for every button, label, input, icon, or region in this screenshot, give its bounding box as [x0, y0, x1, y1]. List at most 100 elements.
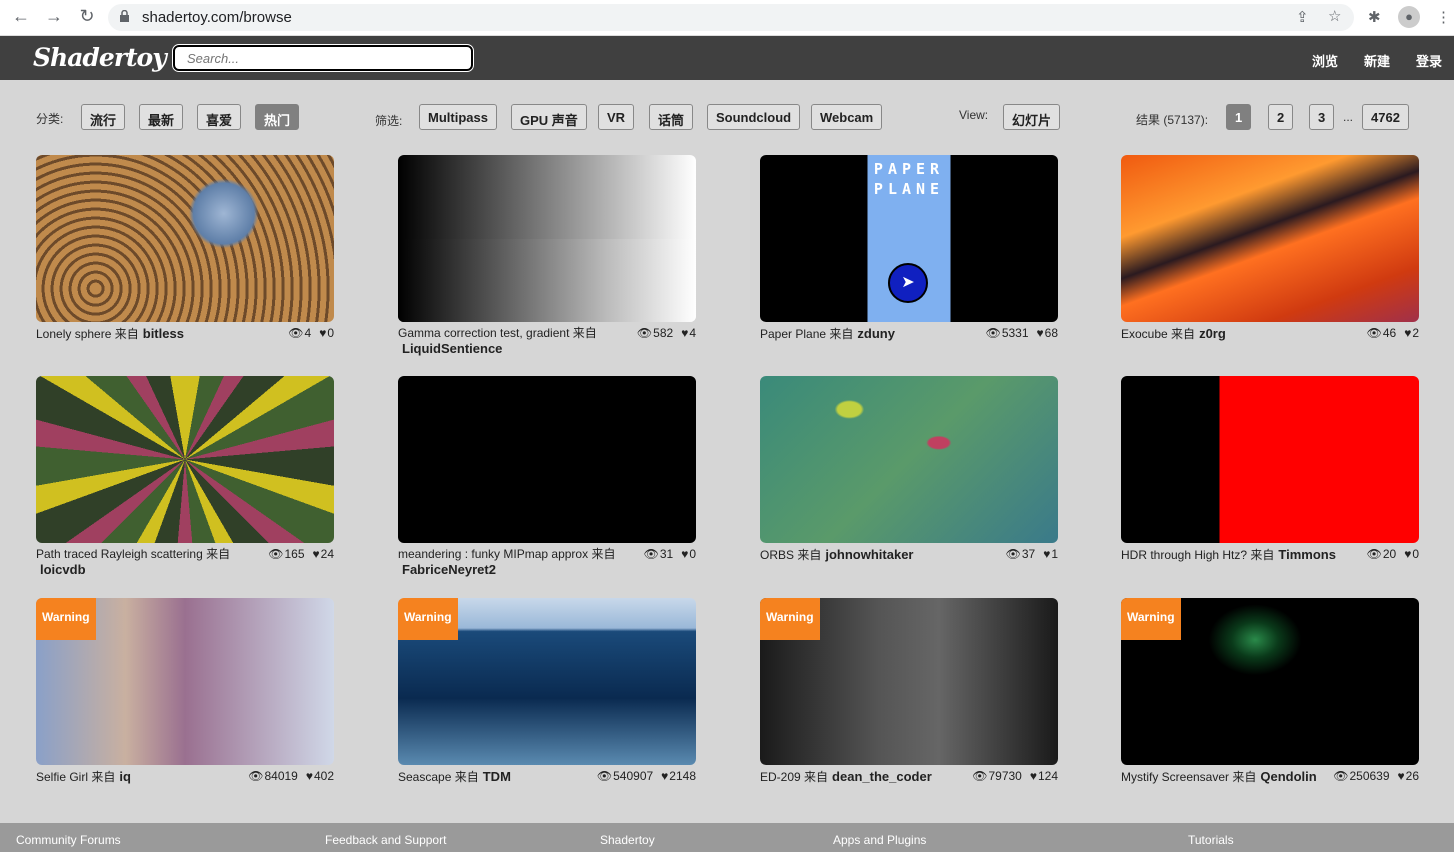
shader-thumbnail[interactable]: PAPER PLANE ➤ — [760, 155, 1058, 322]
shader-card[interactable]: Warning ED-209 来自 dean_the_coder 👁79730 ♥124 — [760, 598, 1058, 785]
shader-title[interactable]: Lonely sphere — [36, 327, 111, 341]
footer-community-forums[interactable]: Community Forums — [16, 833, 121, 847]
shader-author[interactable]: zduny — [857, 326, 895, 341]
shader-card[interactable]: Warning Seascape 来自 TDM 👁540907 ♥2148 — [398, 598, 696, 785]
footer: Community Forums Feedback and Support Sh… — [0, 823, 1454, 852]
footer-shadertoy[interactable]: Shadertoy — [600, 833, 655, 847]
view-count: 79730 — [988, 769, 1022, 783]
shader-thumbnail[interactable] — [398, 155, 696, 322]
shader-title[interactable]: Path traced Rayleigh scattering — [36, 547, 203, 561]
by-label: 来自 — [572, 326, 597, 340]
by-label: 来自 — [1232, 770, 1257, 784]
shader-card[interactable]: Warning Mystify Screensaver 来自 Qendolin 👁25… — [1121, 598, 1419, 785]
eye-icon: 👁 — [248, 769, 264, 783]
shader-title[interactable]: Gamma correction test, gradient — [398, 326, 569, 340]
share-icon[interactable]: ⇪ — [1296, 8, 1309, 26]
shader-thumbnail[interactable] — [398, 376, 696, 543]
star-icon[interactable]: ☆ — [1328, 7, 1341, 25]
shader-author[interactable]: FabriceNeyret2 — [402, 562, 496, 577]
shader-thumbnail[interactable]: Warning — [760, 598, 1058, 765]
heart-icon: ♥ — [305, 769, 313, 783]
address-bar[interactable]: shadertoy.com/browse ⇪ ☆ — [108, 4, 1354, 31]
heart-icon: ♥ — [1029, 769, 1037, 783]
heart-icon: ♥ — [319, 326, 327, 340]
view-slideshow[interactable]: 幻灯片 — [1003, 104, 1061, 130]
shader-card[interactable]: Gamma correction test, gradient 来自 Liquid… — [398, 155, 696, 357]
shader-author[interactable]: johnowhitaker — [825, 547, 913, 562]
shader-title[interactable]: ORBS — [760, 548, 794, 562]
sort-newest[interactable]: 最新 — [139, 104, 184, 130]
page-1[interactable]: 1 — [1226, 104, 1252, 130]
nav-login[interactable]: 登录 — [1416, 51, 1442, 70]
shader-title[interactable]: HDR through High Htz? — [1121, 548, 1247, 562]
shader-author[interactable]: LiquidSentience — [402, 341, 502, 356]
sort-hot[interactable]: 热门 — [255, 104, 300, 130]
logo[interactable]: Shadertoy — [33, 43, 167, 72]
nav-new[interactable]: 新建 — [1364, 51, 1390, 70]
menu-icon[interactable]: ⋮ — [1436, 8, 1451, 26]
shader-card[interactable]: Lonely sphere 来自 bitless 👁4 ♥0 — [36, 155, 334, 342]
shader-title[interactable]: Seascape — [398, 770, 451, 784]
shader-thumbnail[interactable]: Warning — [398, 598, 696, 765]
shader-author[interactable]: TDM — [483, 769, 511, 784]
shader-author[interactable]: loicvdb — [40, 562, 86, 577]
filter-soundcloud[interactable]: Soundcloud — [707, 104, 801, 130]
back-icon[interactable]: ← — [9, 6, 33, 27]
shader-thumbnail[interactable] — [36, 376, 334, 543]
filter-webcam[interactable]: Webcam — [811, 104, 883, 130]
shader-title[interactable]: Selfie Girl — [36, 770, 88, 784]
results-label: 结果 (57137): — [1136, 113, 1209, 127]
heart-icon: ♥ — [681, 326, 689, 340]
shader-card[interactable]: meandering : funky MIPmap approx 来自 Fabri… — [398, 376, 696, 578]
reload-icon[interactable]: ↻ — [75, 6, 99, 27]
filter-multipass[interactable]: Multipass — [419, 104, 497, 130]
search-input[interactable] — [172, 44, 474, 72]
view-count: 20 — [1382, 547, 1397, 561]
shader-author[interactable]: iq — [119, 769, 131, 784]
shader-author[interactable]: z0rg — [1199, 326, 1226, 341]
eye-icon: 👁 — [643, 547, 659, 561]
shader-author[interactable]: dean_the_coder — [832, 769, 932, 784]
view-count: 165 — [284, 547, 305, 561]
shader-thumbnail[interactable]: Warning — [1121, 598, 1419, 765]
profile-icon[interactable]: ● — [1398, 6, 1420, 28]
shader-thumbnail[interactable]: Warning — [36, 598, 334, 765]
filter-vr[interactable]: VR — [598, 104, 635, 130]
shader-card[interactable]: Warning Selfie Girl 来自 iq 👁84019 ♥402 — [36, 598, 334, 785]
warning-badge: Warning — [1121, 598, 1181, 640]
page-last[interactable]: 4762 — [1362, 104, 1409, 130]
shader-title[interactable]: Paper Plane — [760, 327, 826, 341]
shader-card[interactable]: ORBS 来自 johnowhitaker 👁37 ♥1 — [760, 376, 1058, 563]
shader-title[interactable]: Exocube — [1121, 327, 1168, 341]
extensions-icon[interactable]: ✱ — [1368, 8, 1381, 26]
page-2[interactable]: 2 — [1268, 104, 1294, 130]
like-count: 0 — [689, 547, 696, 561]
footer-feedback[interactable]: Feedback and Support — [325, 833, 446, 847]
by-label: 来自 — [829, 327, 854, 341]
shader-card[interactable]: Exocube 来自 z0rg 👁46 ♥2 — [1121, 155, 1419, 342]
shader-author[interactable]: bitless — [143, 326, 184, 341]
by-label: 来自 — [114, 327, 139, 341]
shader-card[interactable]: Path traced Rayleigh scattering 来自 loicvd… — [36, 376, 334, 578]
footer-apps-plugins[interactable]: Apps and Plugins — [833, 833, 926, 847]
sort-loved[interactable]: 喜爱 — [197, 104, 242, 130]
footer-tutorials[interactable]: Tutorials — [1188, 833, 1234, 847]
shader-card[interactable]: PAPER PLANE ➤ Paper Plane 来自 zduny 👁5331 ♥68 — [760, 155, 1058, 342]
shader-thumbnail[interactable] — [36, 155, 334, 322]
forward-icon[interactable]: → — [42, 6, 66, 27]
filter-microphone[interactable]: 话筒 — [649, 104, 694, 130]
shader-author[interactable]: Timmons — [1278, 547, 1336, 562]
nav-browse[interactable]: 浏览 — [1312, 51, 1338, 70]
shader-title[interactable]: Mystify Screensaver — [1121, 770, 1229, 784]
sort-popular[interactable]: 流行 — [81, 104, 126, 130]
shader-thumbnail[interactable] — [1121, 376, 1419, 543]
shader-card[interactable]: HDR through High Htz? 来自 Timmons 👁20 ♥0 — [1121, 376, 1419, 563]
shader-author[interactable]: Qendolin — [1260, 769, 1316, 784]
filter-gpu-sound[interactable]: GPU 声音 — [511, 104, 587, 130]
shader-title[interactable]: ED-209 — [760, 770, 801, 784]
shader-thumbnail[interactable] — [1121, 155, 1419, 322]
shader-thumbnail[interactable] — [760, 376, 1058, 543]
by-label: 来自 — [1250, 548, 1275, 562]
shader-title[interactable]: meandering : funky MIPmap approx — [398, 547, 588, 561]
page-3[interactable]: 3 — [1309, 104, 1335, 130]
